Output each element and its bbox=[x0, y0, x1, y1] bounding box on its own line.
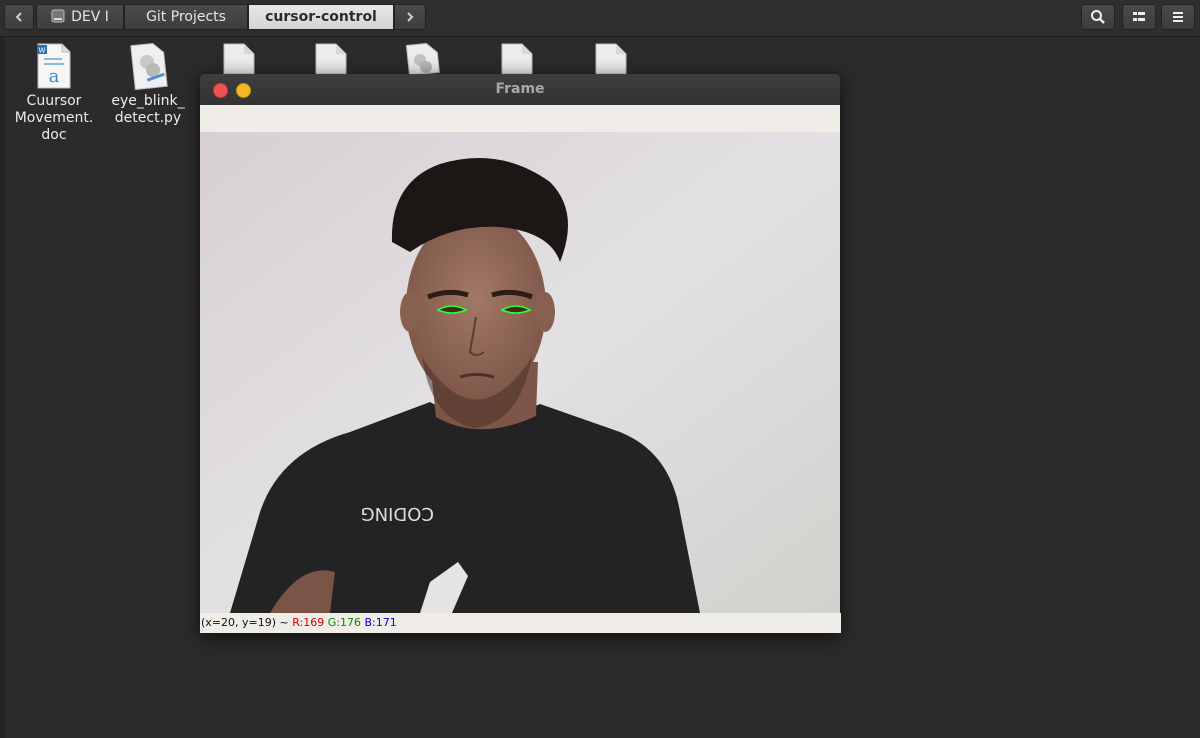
breadcrumb-label: DEV I bbox=[71, 9, 109, 25]
location-bar: DEV I Git Projects cursor-control bbox=[0, 0, 1200, 37]
python-file-icon bbox=[130, 42, 168, 90]
file-name-line: eye_blink_ bbox=[111, 93, 185, 109]
chevron-left-icon bbox=[15, 12, 22, 22]
svg-text:CODING: CODING bbox=[361, 503, 434, 524]
breadcrumb-label: cursor-control bbox=[265, 9, 377, 25]
view-toggle-icon bbox=[1133, 12, 1145, 21]
file-name-line: doc bbox=[41, 127, 67, 143]
svg-text:W: W bbox=[39, 47, 46, 55]
search-button[interactable] bbox=[1081, 4, 1115, 30]
status-blue: B:171 bbox=[364, 616, 397, 629]
file-icon[interactable] bbox=[314, 42, 350, 74]
webcam-image: CODING bbox=[200, 132, 840, 613]
view-toggle-button[interactable] bbox=[1122, 4, 1156, 30]
drive-icon bbox=[51, 9, 65, 23]
file-name-line: Cuursor bbox=[26, 93, 82, 109]
file-icon[interactable] bbox=[500, 42, 536, 74]
camera-frame[interactable]: CODING bbox=[200, 132, 840, 613]
word-document-icon: W a bbox=[37, 43, 71, 89]
back-button[interactable] bbox=[4, 4, 34, 30]
breadcrumb-dev-i[interactable]: DEV I bbox=[36, 4, 124, 30]
status-green: G:176 bbox=[327, 616, 361, 629]
breadcrumb-cursor-control[interactable]: cursor-control bbox=[248, 4, 394, 30]
window-titlebar[interactable]: Frame bbox=[200, 74, 840, 105]
hamburger-menu-icon bbox=[1173, 12, 1183, 22]
pixel-status-bar: (x=20, y=19) ~ R:169 G:176 B:171 bbox=[200, 613, 841, 633]
menu-button[interactable] bbox=[1161, 4, 1195, 30]
breadcrumb-label: Git Projects bbox=[146, 9, 226, 25]
file-name-line: detect.py bbox=[114, 110, 182, 126]
chevron-right-icon bbox=[407, 12, 414, 22]
file-icon[interactable] bbox=[594, 42, 630, 74]
window-title: Frame bbox=[495, 81, 545, 97]
status-coords: (x=20, y=19) ~ bbox=[201, 616, 293, 629]
file-name-line: Movement. bbox=[14, 110, 94, 126]
python-file-icon[interactable] bbox=[402, 40, 442, 74]
search-icon bbox=[1091, 10, 1105, 24]
sidebar-edge bbox=[0, 37, 5, 738]
svg-text:a: a bbox=[49, 66, 60, 87]
file-cuursor-movement-doc[interactable]: W a Cuursor Movement. doc bbox=[6, 42, 102, 144]
file-icon[interactable] bbox=[222, 42, 258, 74]
breadcrumb-git-projects[interactable]: Git Projects bbox=[124, 4, 248, 30]
status-red: R:169 bbox=[292, 616, 325, 629]
window-toolbar bbox=[200, 105, 840, 133]
file-eye-blink-detect-py[interactable]: eye_blink_ detect.py bbox=[100, 42, 196, 127]
forward-button[interactable] bbox=[394, 4, 426, 30]
frame-window: Frame CODING (x=20, y=19) ~ R:169 G:176 … bbox=[200, 74, 841, 633]
